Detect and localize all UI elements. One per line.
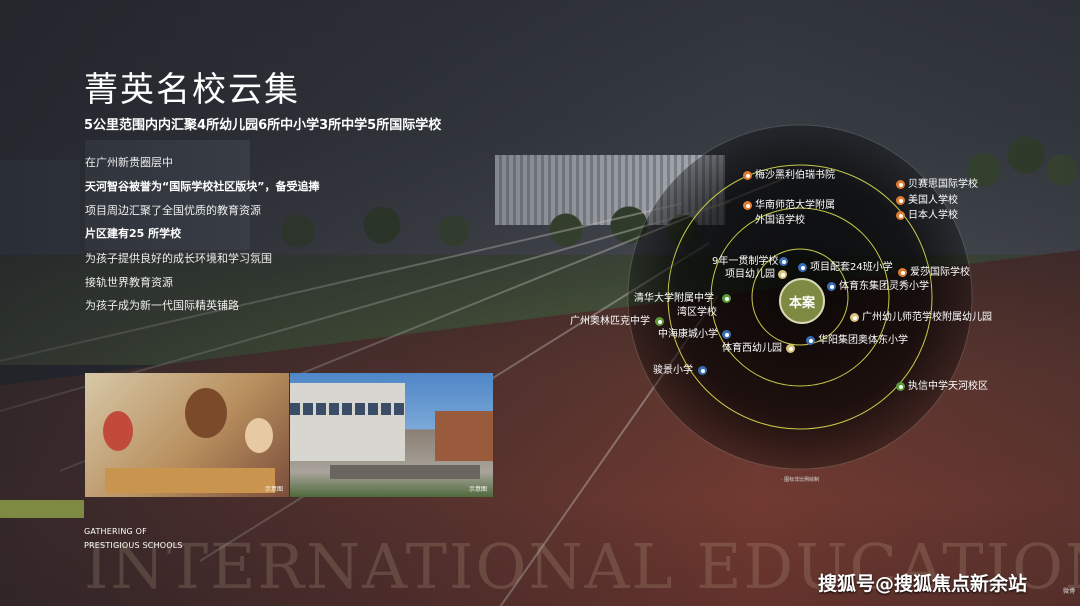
desc-line: 天河智谷被誉为“国际学校社区版块”，备受追捧	[85, 180, 320, 193]
photo-caption: 示意图	[264, 486, 283, 493]
desc-line: 接轨世界教育资源	[85, 276, 173, 289]
yellow-marker-icon	[778, 270, 787, 279]
sohu-small-mark: 微博	[1063, 588, 1076, 595]
orange-marker-icon	[898, 268, 907, 277]
orange-marker-icon	[896, 196, 905, 205]
page-subtitle: 5公里范围内内汇聚4所幼儿园6所中小学3所中学5所国际学校	[84, 118, 442, 133]
school-label: 贝赛思国际学校	[908, 179, 978, 190]
desc-line: 片区建有25 所学校	[85, 227, 182, 240]
desc-line: 项目周边汇聚了全国优质的教育资源	[85, 204, 261, 217]
green-marker-icon	[722, 294, 731, 303]
school-label: 体育西幼儿园	[722, 343, 782, 354]
page-title: 菁英名校云集	[84, 70, 300, 110]
blue-marker-icon	[827, 282, 836, 291]
blue-marker-icon	[698, 366, 707, 375]
desc-line: 为孩子成为新一代国际精英铺路	[85, 299, 239, 312]
school-label: 华南师范大学附属	[755, 200, 835, 211]
school-label: 项目配套24班小学	[810, 262, 893, 273]
blue-marker-icon	[798, 263, 807, 272]
yellow-marker-icon	[786, 344, 795, 353]
school-label: 华阳集团奥体东小学	[818, 335, 908, 346]
accent-bar	[0, 500, 84, 518]
school-label: 梅沙黑利伯瑞书院	[755, 170, 835, 181]
sohu-watermark: 搜狐号@搜狐焦点新余站	[818, 573, 1028, 595]
orange-marker-icon	[743, 201, 752, 210]
kindergarten-photo: 示意图	[85, 373, 289, 497]
school-building-photo: 示意图	[290, 373, 493, 497]
school-label: 广州奥林匹克中学	[570, 316, 650, 327]
gathering-caption: GATHERING OF PRESTIGIOUS SCHOOLS	[84, 525, 183, 553]
orange-marker-icon	[896, 211, 905, 220]
school-label: 骏景小学	[653, 365, 693, 376]
orange-marker-icon	[896, 180, 905, 189]
photo-caption: 示意图	[468, 486, 487, 493]
school-label: 日本人学校	[908, 210, 958, 221]
orange-marker-icon	[743, 171, 752, 180]
map-note: · 图标非比例绘制	[781, 477, 820, 483]
blue-marker-icon	[722, 330, 731, 339]
school-label: 外国语学校	[755, 215, 805, 226]
gathering-line: GATHERING OF	[84, 527, 147, 536]
gathering-line: PRESTIGIOUS SCHOOLS	[84, 541, 183, 550]
school-label: 清华大学附属中学	[634, 293, 714, 304]
school-label: 湾区学校	[677, 307, 717, 318]
desc-line: 在广州新贵圈层中	[85, 156, 173, 169]
project-center-marker: 本案	[779, 278, 825, 324]
school-label: 广州幼儿师范学校附属幼儿园	[862, 312, 992, 323]
school-label: 中海康城小学	[658, 329, 718, 340]
desc-line: 为孩子提供良好的成长环境和学习氛围	[85, 252, 272, 265]
school-label: 项目幼儿园	[725, 269, 775, 280]
school-label: 美国人学校	[908, 195, 958, 206]
school-label: 9年一贯制学校	[712, 256, 779, 267]
school-label: 体育东集团灵秀小学	[839, 281, 929, 292]
green-marker-icon	[896, 382, 905, 391]
blue-marker-icon	[779, 257, 788, 266]
yellow-marker-icon	[850, 313, 859, 322]
school-label: 爱莎国际学校	[910, 267, 970, 278]
school-label: 执信中学天河校区	[908, 381, 988, 392]
blue-marker-icon	[806, 336, 815, 345]
green-marker-icon	[655, 317, 664, 326]
photo-strip: 示意图 示意图	[85, 373, 493, 497]
